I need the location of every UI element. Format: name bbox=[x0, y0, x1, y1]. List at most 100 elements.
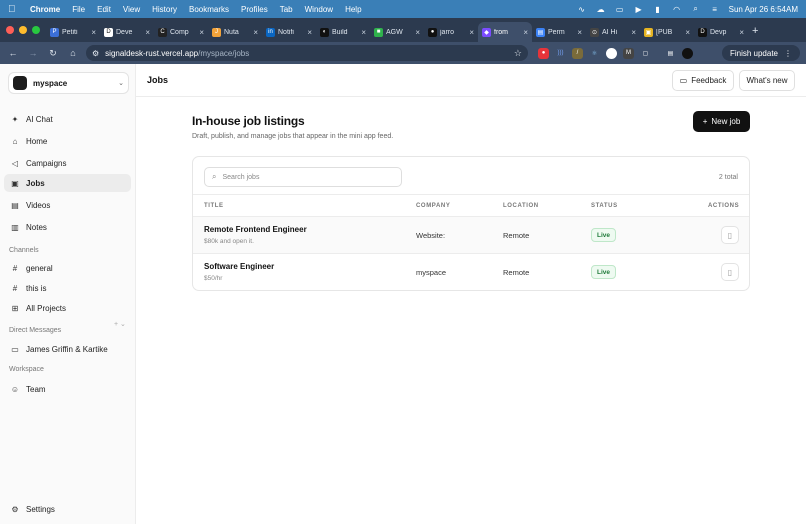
browser-tab[interactable]: ■ AGW × bbox=[370, 22, 424, 42]
add-dm-icon[interactable]: + ⌄ bbox=[114, 320, 126, 328]
menu-view[interactable]: View bbox=[123, 5, 140, 14]
sidebar-item-all-projects[interactable]: ⊞ All Projects bbox=[4, 299, 131, 317]
kebab-menu-icon[interactable]: ⋮ bbox=[784, 49, 792, 58]
tab-favicon-icon: ▤ bbox=[536, 27, 545, 37]
sidebar-item-team[interactable]: ☺ Team bbox=[4, 380, 131, 398]
address-bar[interactable]: ⚙ signaldesk-rust.vercel.app/myspace/job… bbox=[86, 45, 528, 61]
menu-help[interactable]: Help bbox=[345, 5, 361, 14]
extension-white-icon[interactable] bbox=[606, 47, 617, 59]
browser-tab[interactable]: ⊙ AI Hi × bbox=[586, 22, 640, 42]
browser-tab[interactable]: in Notifi × bbox=[262, 22, 316, 42]
apple-icon[interactable]:  bbox=[8, 4, 18, 15]
close-tab-icon[interactable]: × bbox=[631, 28, 636, 37]
menu-history[interactable]: History bbox=[152, 5, 177, 14]
site-info-icon[interactable]: ⚙ bbox=[92, 49, 99, 58]
whats-new-button[interactable]: What's new bbox=[739, 70, 795, 91]
close-tab-icon[interactable]: × bbox=[577, 28, 582, 37]
extension-wave-icon[interactable]: ))) bbox=[555, 48, 566, 59]
battery-icon[interactable]: ▮ bbox=[653, 5, 663, 14]
menu-app-name[interactable]: Chrome bbox=[30, 5, 60, 14]
job-compensation: $80k and open it. bbox=[204, 238, 254, 245]
browser-tab[interactable]: ◐ Build × bbox=[316, 22, 370, 42]
extensions-puzzle-icon[interactable]: ▢ bbox=[640, 48, 651, 59]
extension-atom-icon[interactable]: ⚛ bbox=[589, 48, 600, 59]
sidebar-item-campaigns[interactable]: ◁ Campaigns bbox=[4, 154, 131, 172]
browser-tab[interactable]: ● jarro × bbox=[424, 22, 478, 42]
close-tab-icon[interactable]: × bbox=[199, 28, 204, 37]
tab-strip: P Petiti × D Deve × C Comp × J Nuta × in Notifi × ◐ Buil… bbox=[0, 18, 806, 42]
new-job-button[interactable]: + New job bbox=[693, 111, 750, 132]
bookmark-star-icon[interactable]: ☆ bbox=[514, 48, 522, 59]
sidebar-channel-general[interactable]: # general bbox=[4, 259, 131, 277]
browser-tab[interactable]: D Deve × bbox=[100, 22, 154, 42]
reload-icon[interactable]: ↻ bbox=[46, 48, 60, 59]
tab-title: Comp bbox=[170, 28, 189, 36]
extension-red-icon[interactable]: ● bbox=[538, 47, 549, 59]
menu-profiles[interactable]: Profiles bbox=[241, 5, 268, 14]
play-icon[interactable]: ▶ bbox=[634, 5, 644, 14]
workspace-switcher[interactable]: myspace ⌄ bbox=[8, 72, 129, 94]
forward-icon[interactable]: → bbox=[26, 48, 40, 58]
back-icon[interactable]: ← bbox=[6, 48, 20, 58]
sidebar-channel-this-is[interactable]: # this is bbox=[4, 279, 131, 297]
feedback-button[interactable]: ▭ Feedback bbox=[672, 70, 734, 91]
close-tab-icon[interactable]: × bbox=[523, 28, 528, 37]
delete-job-button[interactable]: ▯ bbox=[721, 226, 739, 244]
browser-toolbar: ← → ↻ ⌂ ⚙ signaldesk-rust.vercel.app/mys… bbox=[0, 42, 806, 64]
extension-slash-icon[interactable]: / bbox=[572, 47, 583, 59]
sidebar-item-settings[interactable]: ⚙ Settings bbox=[4, 500, 131, 518]
extension-m-icon[interactable]: M bbox=[623, 47, 634, 59]
menu-file[interactable]: File bbox=[72, 5, 85, 14]
search-input[interactable]: ⌕ Search jobs bbox=[204, 167, 402, 187]
profile-avatar[interactable] bbox=[682, 47, 693, 59]
menu-bookmarks[interactable]: Bookmarks bbox=[189, 5, 229, 14]
menu-window[interactable]: Window bbox=[305, 5, 333, 14]
close-window-button[interactable] bbox=[6, 26, 14, 34]
close-tab-icon[interactable]: × bbox=[685, 28, 690, 37]
sidebar-item-label: Notes bbox=[26, 222, 47, 232]
close-tab-icon[interactable]: × bbox=[415, 28, 420, 37]
zoom-window-button[interactable] bbox=[32, 26, 40, 34]
menu-edit[interactable]: Edit bbox=[97, 5, 111, 14]
sidebar-dm-james-griffin-kartike[interactable]: ▭ James Griffin & Kartike bbox=[4, 340, 131, 358]
new-tab-button[interactable]: + bbox=[752, 25, 758, 37]
close-tab-icon[interactable]: × bbox=[739, 28, 744, 37]
browser-tab[interactable]: ◆ from × bbox=[478, 22, 532, 42]
finish-update-button[interactable]: Finish update ⋮ bbox=[721, 45, 800, 61]
browser-tab[interactable]: P Petiti × bbox=[46, 22, 100, 42]
tab-favicon-icon: J bbox=[212, 27, 221, 37]
clock[interactable]: Sun Apr 26 6:54AM bbox=[729, 5, 798, 14]
car-icon[interactable]: ▭ bbox=[615, 5, 625, 14]
sidebar-item-jobs[interactable]: ▣ Jobs bbox=[4, 174, 131, 192]
menu-tab[interactable]: Tab bbox=[280, 5, 293, 14]
close-tab-icon[interactable]: × bbox=[361, 28, 366, 37]
sidebar-item-videos[interactable]: ▤ Videos bbox=[4, 196, 131, 214]
browser-tab[interactable]: J Nuta × bbox=[208, 22, 262, 42]
sidebar-item-home[interactable]: ⌂ Home bbox=[4, 132, 131, 150]
tab-title: Notifi bbox=[278, 28, 294, 36]
audio-icon[interactable]: ∿ bbox=[577, 5, 587, 14]
table-row[interactable]: Software Engineer $50/hr myspace Remote … bbox=[193, 254, 749, 290]
browser-tab[interactable]: D Devp × bbox=[694, 22, 748, 42]
search-icon[interactable]: ⌕ bbox=[691, 4, 701, 13]
side-panel-icon[interactable]: ▤ bbox=[665, 48, 676, 59]
url-host: signaldesk-rust.vercel.app bbox=[105, 48, 199, 58]
sidebar-item-ai-chat[interactable]: ✦ AI Chat bbox=[4, 110, 131, 128]
control-center-icon[interactable]: ≡ bbox=[710, 5, 720, 14]
browser-tab[interactable]: ▣ [PUB × bbox=[640, 22, 694, 42]
home-icon[interactable]: ⌂ bbox=[66, 48, 80, 58]
browser-tab[interactable]: ▤ Perm × bbox=[532, 22, 586, 42]
minimize-window-button[interactable] bbox=[19, 26, 27, 34]
delete-job-button[interactable]: ▯ bbox=[721, 263, 739, 281]
wifi-icon[interactable]: ◠ bbox=[672, 5, 682, 14]
sidebar-item-notes[interactable]: ▥ Notes bbox=[4, 218, 131, 236]
close-tab-icon[interactable]: × bbox=[469, 28, 474, 37]
close-tab-icon[interactable]: × bbox=[253, 28, 258, 37]
job-compensation: $50/hr bbox=[204, 275, 223, 282]
close-tab-icon[interactable]: × bbox=[307, 28, 312, 37]
browser-tab[interactable]: C Comp × bbox=[154, 22, 208, 42]
table-row[interactable]: Remote Frontend Engineer $80k and open i… bbox=[193, 217, 749, 254]
cloud-icon[interactable]: ☁ bbox=[596, 5, 606, 14]
close-tab-icon[interactable]: × bbox=[145, 28, 150, 37]
close-tab-icon[interactable]: × bbox=[91, 28, 96, 37]
